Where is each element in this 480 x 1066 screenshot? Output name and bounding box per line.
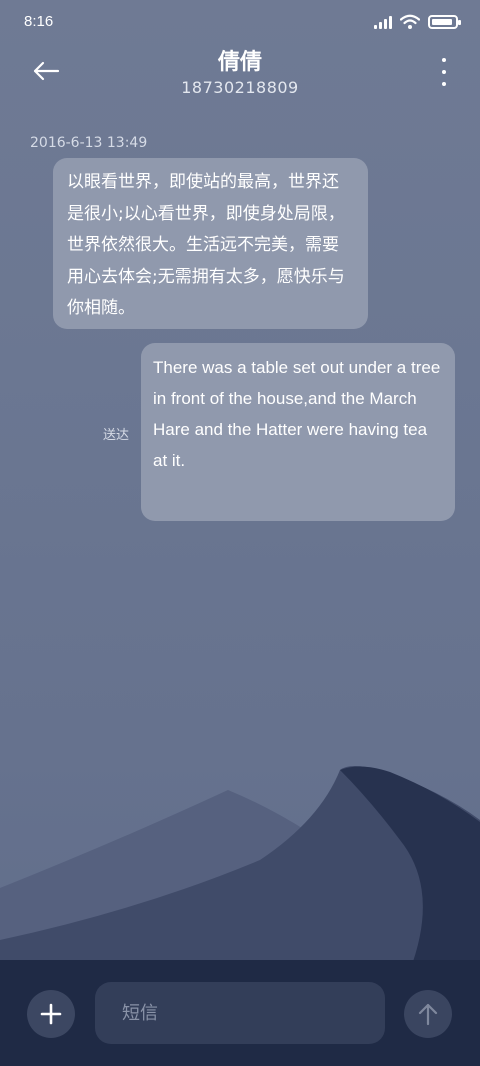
add-attachment-button[interactable] xyxy=(27,990,75,1038)
battery-icon xyxy=(428,15,461,29)
status-icons xyxy=(374,14,461,30)
sms-input[interactable] xyxy=(95,982,385,1044)
more-vertical-icon xyxy=(442,58,446,62)
incoming-message-bubble[interactable]: 以眼看世界，即使站的最高，世界还是很小;以心看世界，即使身处局限，世界依然很大。… xyxy=(53,158,368,329)
outgoing-message-bubble[interactable]: There was a table set out under a tree i… xyxy=(141,343,455,521)
dune-background xyxy=(0,766,480,970)
conversation-screen: 8:16 倩倩 18730218809 2016-6-13 13:49 以眼看世… xyxy=(0,0,480,1066)
status-time: 8:16 xyxy=(24,13,54,30)
conversation-header: 倩倩 18730218809 xyxy=(0,44,480,104)
arrow-up-icon xyxy=(418,1003,438,1026)
message-timestamp: 2016-6-13 13:49 xyxy=(30,135,148,151)
contact-number: 18730218809 xyxy=(181,78,299,97)
composer-bar xyxy=(0,960,480,1066)
plus-icon xyxy=(40,1003,62,1025)
contact-name: 倩倩 xyxy=(217,50,262,75)
status-bar: 8:16 xyxy=(0,0,480,44)
send-button[interactable] xyxy=(404,990,452,1038)
battery-fill xyxy=(432,19,452,25)
more-options-button[interactable] xyxy=(438,58,450,86)
wifi-icon xyxy=(400,14,420,29)
cellular-signal-icon xyxy=(374,15,392,29)
delivery-status: 送达 xyxy=(103,428,130,443)
